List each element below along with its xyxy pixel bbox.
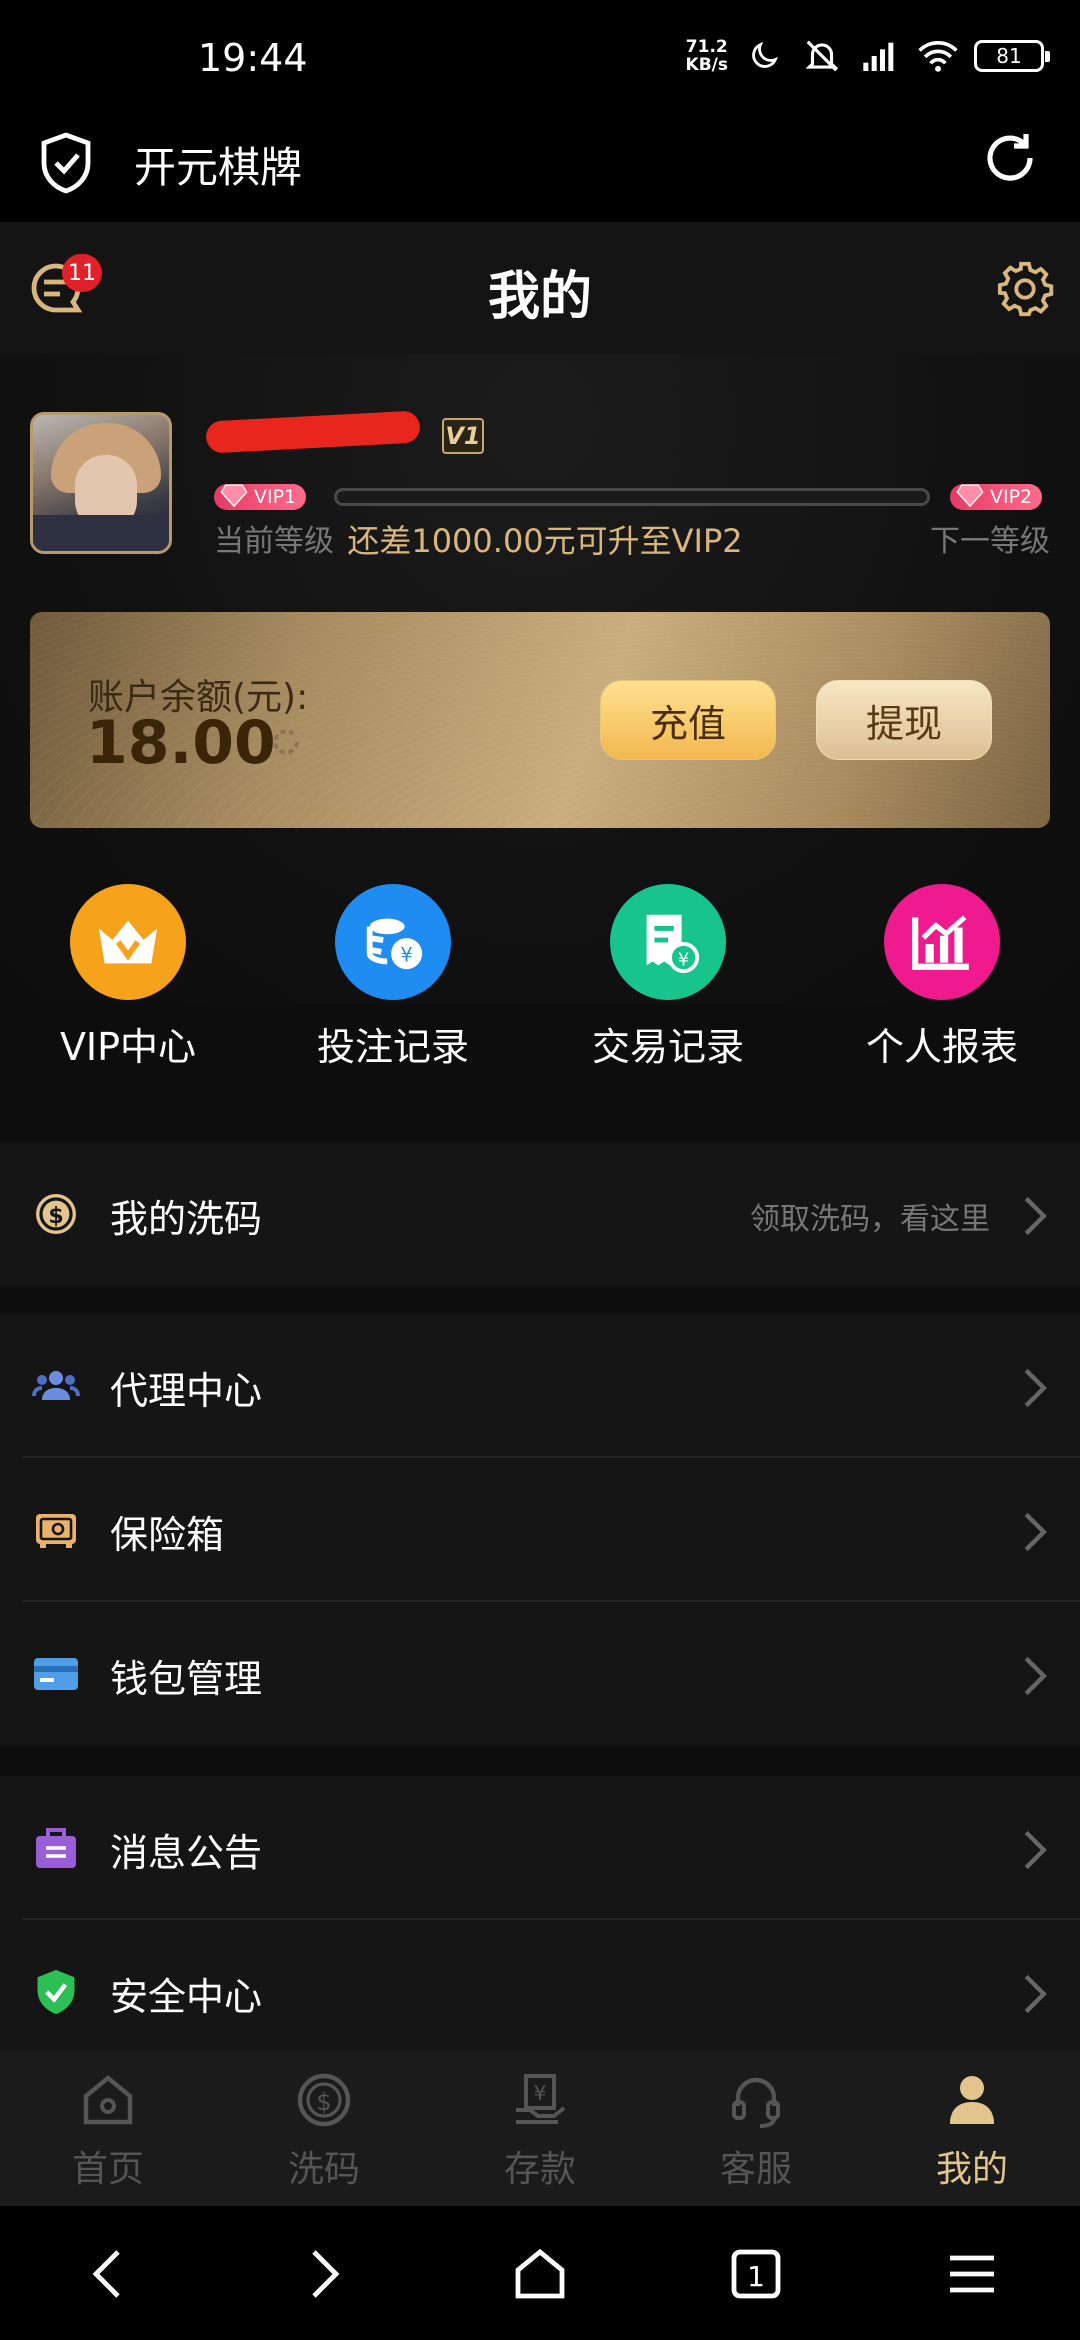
status-time: 19:44 <box>198 36 308 80</box>
quick-label: 投注记录 <box>316 1025 469 1069</box>
safe-box-icon <box>36 1514 76 1548</box>
chevron-right-icon <box>1024 1196 1047 1236</box>
menu-label: 代理中心 <box>110 1369 263 1413</box>
refresh-balance-icon[interactable] <box>268 724 304 760</box>
tab-support[interactable]: 客服 <box>648 2070 864 2192</box>
balance-card: 账户余额(元): 18.00 充值 提现 <box>30 612 1050 828</box>
tabs-count-icon[interactable]: 1 <box>726 2244 786 2304</box>
menu-row-notice[interactable]: 消息公告 <box>22 1776 1080 1920</box>
deposit-icon: ¥ <box>516 2074 566 2124</box>
page-title: 我的 <box>487 267 592 327</box>
tab-label: 洗码 <box>287 2149 360 2190</box>
menu-label: 消息公告 <box>110 1831 263 1875</box>
chevron-right-icon <box>1024 1830 1047 1870</box>
browser-title: 开元棋牌 <box>134 143 303 192</box>
browser-bar: 开元棋牌 <box>0 120 1080 222</box>
tab-mine[interactable]: 我的 <box>864 2070 1080 2192</box>
network-speed: 71.2 KB/s <box>685 37 728 75</box>
dollar-coin-icon: $ <box>36 1194 76 1234</box>
chevron-right-icon <box>1024 1974 1047 2014</box>
recharge-button[interactable]: 充值 <box>600 680 776 760</box>
svg-text:¥: ¥ <box>678 950 689 970</box>
forward-arrow-icon[interactable] <box>294 2244 354 2304</box>
quick-label: 交易记录 <box>591 1025 744 1069</box>
upgrade-tip: 还差1000.00元可升至VIP2 <box>347 522 743 560</box>
balance-amount: 18.00 <box>86 708 276 778</box>
menu-label: 钱包管理 <box>110 1657 263 1701</box>
home-nav-icon[interactable] <box>510 2244 570 2304</box>
refresh-icon[interactable] <box>980 128 1040 188</box>
tab-label: 客服 <box>719 2149 792 2190</box>
menu-row-security[interactable]: 安全中心 <box>22 1920 1080 2064</box>
menu-row-agent[interactable]: 代理中心 <box>22 1314 1080 1458</box>
vip-progress-bar <box>334 488 930 506</box>
chevron-right-icon <box>1024 1512 1047 1552</box>
menu-label: 保险箱 <box>110 1513 225 1557</box>
shield-check-icon <box>41 132 91 194</box>
headset-icon <box>732 2077 780 2128</box>
quick-label: 个人报表 <box>865 1025 1018 1069</box>
chart-icon <box>884 884 1000 1000</box>
home-icon <box>83 2075 133 2125</box>
coins-icon: ¥ <box>335 884 451 1000</box>
tab-home[interactable]: 首页 <box>0 2070 216 2192</box>
menu-icon[interactable] <box>942 2244 1002 2304</box>
menu-group-account: 代理中心 保险箱 钱包管理 <box>0 1314 1080 1746</box>
next-level-label: 下一等级 <box>930 524 1050 559</box>
page-header: 11 我的 <box>0 222 1080 354</box>
svg-text:¥: ¥ <box>400 943 412 966</box>
svg-text:1: 1 <box>747 2260 765 2293</box>
vip-center-button[interactable]: VIP中心 <box>8 884 248 1071</box>
chevron-right-icon <box>1024 1368 1047 1408</box>
status-bar: 19:44 71.2 KB/s 81 <box>0 0 1080 120</box>
tab-label: 我的 <box>935 2149 1008 2190</box>
quick-actions: VIP中心 ¥ 投注记录 ¥ 交易记录 个人报表 <box>0 884 1080 1069</box>
bet-records-button[interactable]: ¥ 投注记录 <box>273 884 513 1071</box>
menu-label: 安全中心 <box>110 1975 263 2019</box>
tab-deposit[interactable]: ¥ 存款 <box>432 2070 648 2192</box>
menu-row-rebate[interactable]: $ 我的洗码 领取洗码，看这里 <box>22 1142 1080 1286</box>
menu-row-wallet[interactable]: 钱包管理 <box>22 1602 1080 1746</box>
wifi-icon <box>916 34 960 78</box>
svg-text:¥: ¥ <box>534 2081 547 2105</box>
transaction-records-button[interactable]: ¥ 交易记录 <box>548 884 788 1071</box>
svg-text:$: $ <box>316 2088 331 2116</box>
menu-label: 我的洗码 <box>110 1197 263 1241</box>
menu-group-info: 消息公告 安全中心 <box>0 1776 1080 2064</box>
menu-row-safe[interactable]: 保险箱 <box>22 1458 1080 1602</box>
shield-check-icon <box>37 1969 75 2015</box>
status-icons: 71.2 KB/s 81 <box>685 34 1050 78</box>
withdraw-button[interactable]: 提现 <box>816 680 992 760</box>
back-arrow-icon[interactable] <box>78 2244 138 2304</box>
dollar-icon: $ <box>297 2073 351 2127</box>
menu-group-rebate: $ 我的洗码 领取洗码，看这里 <box>0 1142 1080 1286</box>
chevron-right-icon <box>1024 1656 1047 1696</box>
user-icon <box>950 2076 994 2124</box>
card-icon <box>34 1658 78 1690</box>
users-icon <box>32 1371 80 1400</box>
menu-hint: 领取洗码，看这里 <box>750 1202 990 1237</box>
mute-icon <box>800 34 844 78</box>
tab-label: 首页 <box>71 2149 144 2190</box>
vip-level-icon: V1 <box>442 418 484 454</box>
svg-text:$: $ <box>48 1204 63 1229</box>
gear-icon[interactable] <box>996 260 1054 318</box>
signal-icon <box>858 34 902 78</box>
personal-report-button[interactable]: 个人报表 <box>822 884 1062 1071</box>
next-vip-badge: VIP2 <box>950 484 1043 510</box>
diamond-icon <box>220 484 248 508</box>
receipt-icon: ¥ <box>610 884 726 1000</box>
quick-label: VIP中心 <box>59 1025 197 1069</box>
current-vip-badge: VIP1 <box>214 484 307 510</box>
tab-rebate[interactable]: $ 洗码 <box>216 2070 432 2192</box>
notice-bag-icon <box>36 1828 76 1868</box>
tab-label: 存款 <box>503 2149 576 2190</box>
system-nav-bar: 1 <box>0 2206 1080 2340</box>
diamond-icon <box>956 484 984 508</box>
vip-crown-icon <box>70 884 186 1000</box>
battery-icon: 81 <box>974 40 1050 72</box>
moon-icon <box>742 34 786 78</box>
